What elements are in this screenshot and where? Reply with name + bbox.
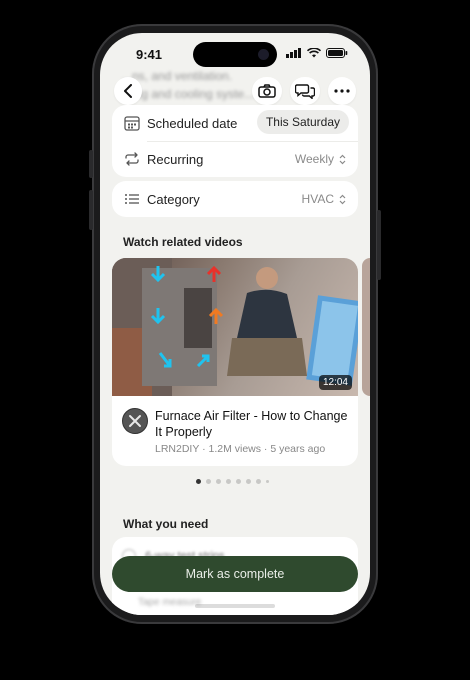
category-card: Category HVAC: [112, 181, 358, 217]
phone-side-button: [377, 210, 381, 280]
scheduled-date-label: Scheduled date: [147, 115, 238, 131]
carousel-dot[interactable]: [236, 479, 241, 484]
video-thumbnail[interactable]: 12:04: [112, 258, 358, 396]
phone-side-button: [89, 150, 93, 178]
recurring-label: Recurring: [147, 151, 204, 167]
video-meta: LRN2DIY · 1.2M views · 5 years ago: [155, 443, 326, 455]
scheduled-date-value[interactable]: This Saturday: [256, 110, 349, 134]
carousel-dot[interactable]: [196, 479, 201, 484]
channel-avatar: [122, 408, 148, 434]
signal-icon: [286, 48, 301, 58]
category-value: HVAC: [301, 192, 334, 206]
carousel-dot[interactable]: [256, 479, 261, 484]
chevron-updown-icon: [339, 154, 346, 164]
category-row[interactable]: Category HVAC: [112, 181, 358, 217]
need-item-label: Tape measure: [138, 597, 202, 608]
next-video-thumbnail[interactable]: [362, 258, 370, 396]
carousel-dot[interactable]: [266, 480, 269, 483]
status-icons: [286, 48, 348, 58]
video-card[interactable]: 12:04 Furnace Air Filter - How to Change…: [112, 258, 358, 466]
category-select[interactable]: HVAC: [302, 192, 346, 206]
video-title[interactable]: Furnace Air Filter - How to Change It Pr…: [155, 408, 351, 440]
list-icon: [125, 194, 139, 204]
top-action-bar: [100, 77, 370, 107]
chevron-left-icon: [124, 84, 132, 98]
front-camera: [258, 49, 269, 60]
home-indicator: [195, 604, 275, 608]
video-duration: 12:04: [318, 375, 352, 390]
status-time: 9:41: [136, 47, 163, 62]
phone-side-button: [89, 190, 93, 230]
need-item[interactable]: Tape measure: [138, 597, 201, 608]
camera-icon: [258, 84, 276, 98]
tools-icon: [129, 415, 141, 427]
chat-button[interactable]: [290, 77, 320, 105]
more-dots-icon: [334, 89, 350, 93]
battery-icon: [326, 48, 348, 58]
carousel-dot[interactable]: [246, 479, 251, 484]
carousel-dot[interactable]: [216, 479, 221, 484]
wifi-icon: [307, 48, 321, 58]
mark-complete-button[interactable]: Mark as complete: [112, 556, 358, 592]
scheduled-date-row[interactable]: Scheduled date This Saturday: [112, 105, 358, 141]
recurring-row[interactable]: Recurring Weekly: [112, 141, 358, 177]
more-button[interactable]: [328, 77, 356, 105]
app-screen: ...ns, and ventilation. ating and coolin…: [100, 33, 370, 615]
chevron-updown-icon: [339, 194, 346, 204]
carousel-dot[interactable]: [226, 479, 231, 484]
dynamic-island: [193, 42, 277, 67]
carousel-pagination: [196, 479, 269, 484]
camera-button[interactable]: [252, 77, 282, 105]
videos-section-title: Watch related videos: [123, 235, 243, 249]
chat-bubbles-icon: [295, 84, 315, 99]
carousel-dot[interactable]: [206, 479, 211, 484]
repeat-icon: [125, 152, 139, 166]
recurring-select[interactable]: Weekly: [295, 152, 346, 166]
schedule-card: Scheduled date This Saturday Recurring W…: [112, 105, 358, 177]
back-button[interactable]: [114, 77, 142, 105]
recurring-value: Weekly: [294, 152, 334, 166]
category-label: Category: [147, 191, 200, 207]
need-section-title: What you need: [123, 517, 209, 531]
calendar-icon: [124, 116, 140, 131]
